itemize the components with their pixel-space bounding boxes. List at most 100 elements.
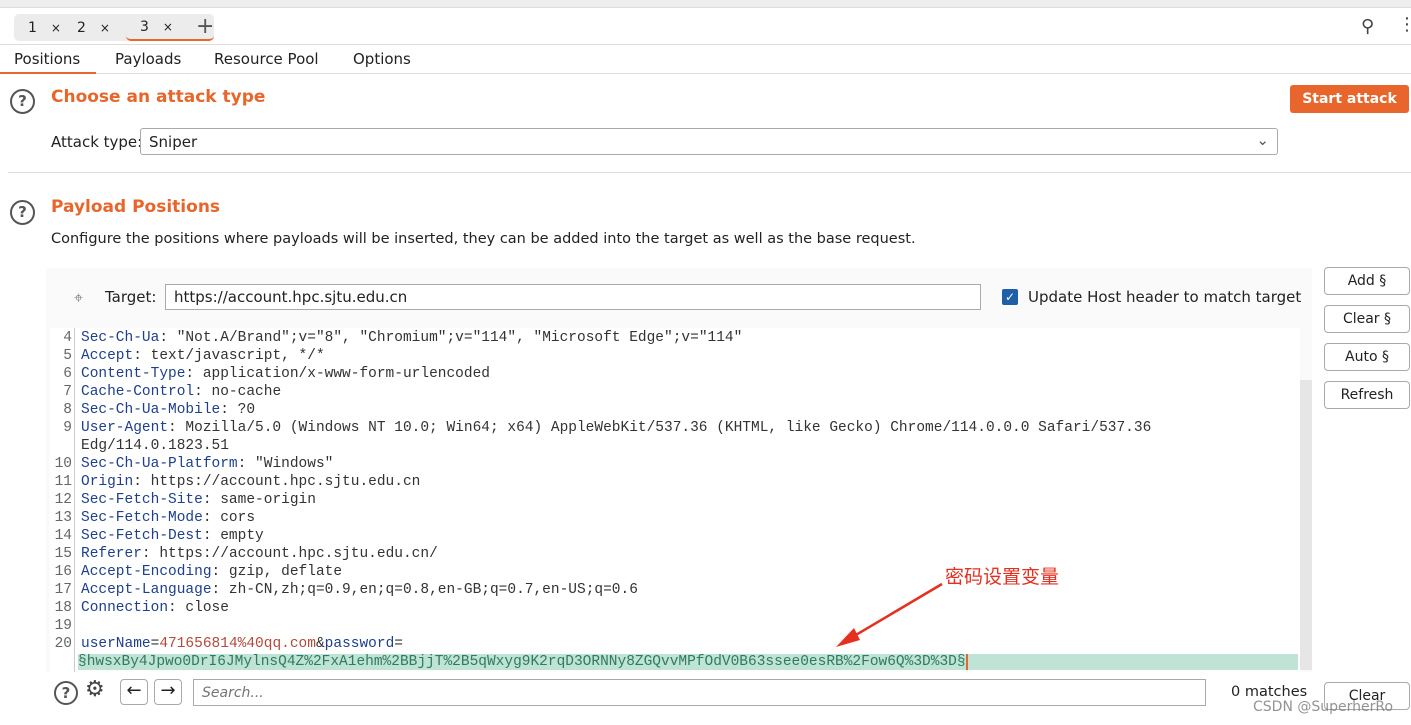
line-number: 19 bbox=[54, 618, 72, 634]
header-value: https://account.hpc.sjtu.edu.cn/ bbox=[150, 546, 438, 562]
match-count: 0 matches bbox=[1231, 684, 1308, 700]
attack-type-select[interactable]: Sniper ⌄ bbox=[140, 128, 1278, 155]
search-icon[interactable]: ⚲ bbox=[1361, 16, 1374, 37]
header-value: cors bbox=[211, 510, 256, 526]
header-value: text/javascript, */* bbox=[141, 348, 325, 364]
request-line: Referer: https://account.hpc.sjtu.edu.cn… bbox=[81, 546, 438, 562]
header-name: Sec-Ch-Ua-Mobile bbox=[81, 402, 221, 418]
search-input[interactable] bbox=[193, 679, 1206, 706]
request-line: Sec-Ch-Ua-Mobile: ?0 bbox=[81, 402, 256, 418]
attack-type-label: Attack type: bbox=[51, 133, 143, 151]
tab-label: 1 bbox=[28, 19, 37, 36]
tab-payloads[interactable]: Payloads bbox=[115, 45, 181, 74]
request-line: Edg/114.0.1823.51 bbox=[81, 438, 229, 454]
editor-scrollbar[interactable] bbox=[1300, 380, 1312, 670]
line-number: 18 bbox=[54, 600, 72, 616]
target-input[interactable]: https://account.hpc.sjtu.edu.cn bbox=[165, 284, 981, 310]
header-name: Accept bbox=[81, 348, 134, 364]
close-icon[interactable]: × bbox=[51, 21, 61, 35]
more-menu-icon[interactable]: ⋮ bbox=[1398, 14, 1411, 35]
tab-label: 2 bbox=[77, 19, 86, 36]
header-value: empty bbox=[211, 528, 264, 544]
help-icon[interactable]: ? bbox=[10, 89, 35, 114]
line-gutter-divider bbox=[74, 328, 75, 672]
previous-match-arrow-icon[interactable]: ← bbox=[120, 679, 148, 705]
request-line: Connection: close bbox=[81, 600, 229, 616]
header-value: "Windows" bbox=[246, 456, 334, 472]
param-name: userName bbox=[81, 636, 151, 652]
clear-markers-button[interactable]: Clear § bbox=[1324, 305, 1410, 333]
header-value: zh-CN,zh;q=0.9,en;q=0.8,en-GB;q=0.7,en-U… bbox=[220, 582, 638, 598]
request-line: Origin: https://account.hpc.sjtu.edu.cn bbox=[81, 474, 421, 490]
settings-gear-icon[interactable]: ⚙ bbox=[85, 677, 105, 702]
refresh-button[interactable]: Refresh bbox=[1324, 381, 1410, 409]
tab-positions[interactable]: Positions bbox=[0, 45, 96, 74]
close-icon[interactable]: × bbox=[100, 21, 110, 35]
header-name: Sec-Fetch-Mode bbox=[81, 510, 203, 526]
add-tab-button[interactable]: + bbox=[196, 14, 214, 39]
line-number: 11 bbox=[54, 474, 72, 490]
header-name: Accept-Encoding bbox=[81, 564, 212, 580]
header-name: Sec-Ch-Ua bbox=[81, 330, 160, 346]
header-name: Referer bbox=[81, 546, 142, 562]
line-number: 15 bbox=[54, 546, 72, 562]
equals: = bbox=[394, 636, 403, 652]
update-host-checkbox[interactable]: ✓ bbox=[1002, 289, 1018, 305]
request-line: Content-Type: application/x-www-form-url… bbox=[81, 366, 490, 382]
header-value: application/x-www-form-urlencoded bbox=[194, 366, 490, 382]
payload-positions-description: Configure the positions where payloads w… bbox=[51, 231, 916, 247]
start-attack-button[interactable]: Start attack bbox=[1290, 85, 1409, 113]
header-name: Sec-Fetch-Dest bbox=[81, 528, 203, 544]
payload-positions-heading: Payload Positions bbox=[51, 197, 221, 217]
request-line: User-Agent: Mozilla/5.0 (Windows NT 10.0… bbox=[81, 420, 1152, 436]
header-value: ?0 bbox=[228, 402, 256, 418]
attack-type-value: Sniper bbox=[149, 133, 198, 151]
help-icon[interactable]: ? bbox=[10, 200, 35, 225]
request-line: Accept-Language: zh-CN,zh;q=0.9,en;q=0.8… bbox=[81, 582, 638, 598]
tab-resource-pool[interactable]: Resource Pool bbox=[214, 45, 319, 74]
help-icon[interactable]: ? bbox=[54, 681, 78, 705]
watermark: CSDN @SuperherRo bbox=[1253, 699, 1394, 715]
request-line: Sec-Ch-Ua: "Not.A/Brand";v="8", "Chromiu… bbox=[81, 330, 743, 346]
update-host-label: Update Host header to match target bbox=[1028, 288, 1302, 306]
request-line: Cache-Control: no-cache bbox=[81, 384, 282, 400]
next-match-arrow-icon[interactable]: → bbox=[154, 679, 182, 705]
divider bbox=[8, 172, 1411, 173]
request-line: Sec-Fetch-Dest: empty bbox=[81, 528, 264, 544]
window-top-bar bbox=[0, 0, 1411, 8]
line-number: 4 bbox=[63, 330, 72, 346]
subtab-bar: Positions Payloads Resource Pool Options bbox=[0, 44, 1411, 74]
header-name: User-Agent bbox=[81, 420, 169, 436]
header-name: Cache-Control bbox=[81, 384, 195, 400]
annotation-arrow bbox=[836, 582, 943, 647]
request-editor[interactable]: 4 Sec-Ch-Ua: "Not.A/Brand";v="8", "Chromi… bbox=[50, 328, 1300, 672]
header-value: https://account.hpc.sjtu.edu.cn bbox=[141, 474, 421, 490]
header-name: Origin bbox=[81, 474, 134, 490]
line-number: 8 bbox=[63, 402, 72, 418]
tab-label: 3 bbox=[140, 18, 149, 35]
text-cursor bbox=[965, 654, 968, 670]
annotation-text: 密码设置变量 bbox=[945, 566, 1060, 588]
header-name: Sec-Fetch-Site bbox=[81, 492, 203, 508]
line-number: 12 bbox=[54, 492, 72, 508]
header-name: Sec-Ch-Ua-Platform bbox=[81, 456, 238, 472]
header-value: no-cache bbox=[202, 384, 282, 400]
header-value: "Not.A/Brand";v="8", "Chromium";v="114",… bbox=[168, 330, 743, 346]
header-name: Content-Type bbox=[81, 366, 186, 382]
request-line: Accept-Encoding: gzip, deflate bbox=[81, 564, 343, 580]
header-value: gzip, deflate bbox=[220, 564, 343, 580]
header-name: Connection bbox=[81, 600, 169, 616]
line-number: 20 bbox=[54, 636, 72, 652]
payload-position[interactable]: §hwsxBy4Jpwo0DrI6JMylnsQ4Z%2FxA1ehm%2BBj… bbox=[78, 654, 1298, 670]
tab-options[interactable]: Options bbox=[353, 45, 411, 74]
add-marker-button[interactable]: Add § bbox=[1324, 267, 1410, 295]
header-value: close bbox=[176, 600, 229, 616]
request-body: userName=471656814%40qq.com&password= bbox=[81, 636, 403, 652]
ampersand: & bbox=[315, 636, 325, 652]
line-number: 9 bbox=[63, 420, 72, 436]
line-number: 5 bbox=[63, 348, 72, 364]
close-icon[interactable]: × bbox=[163, 20, 173, 34]
target-label: Target: bbox=[105, 288, 157, 306]
auto-markers-button[interactable]: Auto § bbox=[1324, 343, 1410, 371]
header-value: Mozilla/5.0 (Windows NT 10.0; Win64; x64… bbox=[176, 420, 1152, 436]
